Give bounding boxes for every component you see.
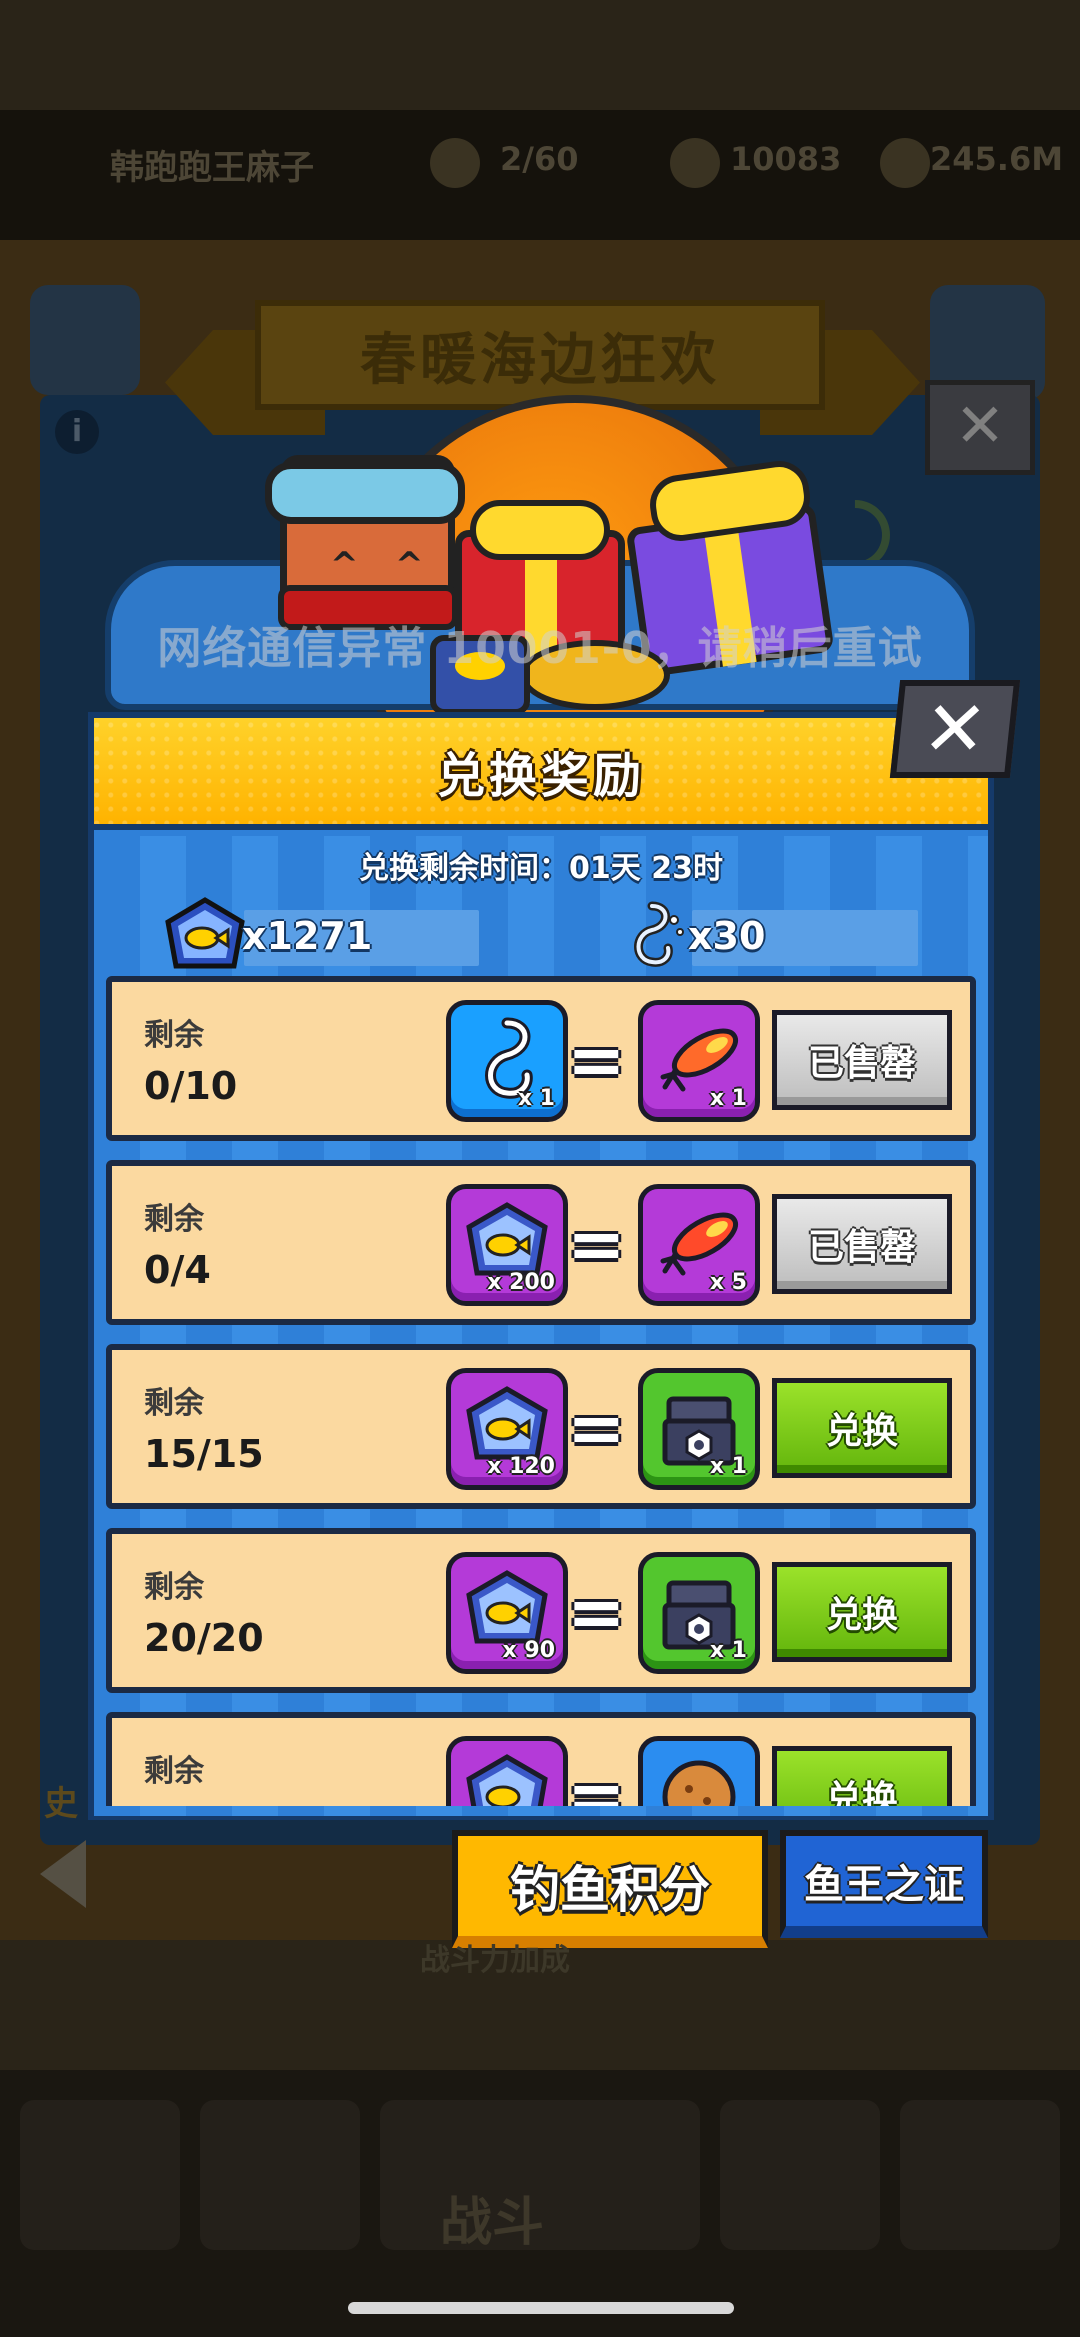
gem-stat: 10083 xyxy=(730,140,842,178)
modal-header: 兑换奖励 xyxy=(94,718,988,830)
nav-battle-label: 战斗 xyxy=(440,2193,545,2253)
remaining-count: 20/20 xyxy=(144,1616,264,1660)
energy-icon xyxy=(430,138,480,188)
fish-badge-icon xyxy=(466,1754,548,1806)
event-close-button[interactable]: ✕ xyxy=(925,380,1035,475)
exchange-button[interactable]: 兑换 xyxy=(772,1746,952,1806)
badge-currency-value: x1271 xyxy=(242,914,373,958)
menu-icon[interactable] xyxy=(30,285,140,395)
coin-stat: 245.6M xyxy=(930,140,1064,178)
cost-tile: x 1 xyxy=(446,1000,568,1122)
equals-sign: = xyxy=(567,1387,626,1469)
cost-tile: x 120 xyxy=(446,1368,568,1490)
coin-icon xyxy=(880,138,930,188)
fishing-hook-icon xyxy=(634,901,684,967)
reward-tile: x 1 xyxy=(638,1000,760,1122)
gem-icon xyxy=(670,138,720,188)
character-eye: ^ xyxy=(330,545,359,585)
nav-shop[interactable] xyxy=(20,2100,180,2250)
cost-qty: x 90 xyxy=(502,1638,555,1663)
reward-row: 剩余 0/4 x 200 = x 5 已售罄 xyxy=(106,1160,976,1325)
nav-pet[interactable] xyxy=(720,2100,880,2250)
equals-sign: = xyxy=(567,1019,626,1101)
cost-qty: x 1 xyxy=(517,1086,555,1111)
reward-qty: x 1 xyxy=(709,1454,747,1479)
player-name: 韩跑跑王麻子 xyxy=(110,148,314,188)
cost-qty: x 200 xyxy=(487,1270,555,1295)
event-title: 春暖海边狂欢 xyxy=(360,327,720,393)
exchange-modal: 兑换奖励 兑换剩余时间：01天 23时 x1271 x30 剩余 0/10 x … xyxy=(88,712,994,1820)
modal-title: 兑换奖励 xyxy=(436,748,645,804)
equals-sign: = xyxy=(567,1571,626,1653)
character-eye: ^ xyxy=(395,545,424,585)
reward-tile: x 1 xyxy=(638,1552,760,1674)
reward-row: 剩余 0/10 x 1 = x 1 已售罄 xyxy=(106,976,976,1141)
reward-row: 剩余 20/20 x 90 = x 1 兑换 xyxy=(106,1528,976,1693)
side-label: 史 xyxy=(44,1784,78,1824)
remaining-count: 0/10 xyxy=(144,1064,238,1108)
exchange-button[interactable]: 兑换 xyxy=(772,1562,952,1662)
reward-tile: x 5 xyxy=(638,1184,760,1306)
reward-qty: x 1 xyxy=(709,1086,747,1111)
exchange-timer: 兑换剩余时间：01天 23时 xyxy=(359,851,723,886)
goggles-art xyxy=(265,462,465,524)
energy-stat: 2/60 xyxy=(500,140,579,178)
remaining-label: 剩余 xyxy=(144,1570,204,1605)
cost-tile: x 200 xyxy=(446,1184,568,1306)
nav-hero[interactable] xyxy=(200,2100,360,2250)
reward-qty: x 1 xyxy=(709,1638,747,1663)
reward-tile: x 1 xyxy=(638,1368,760,1490)
reward-tile xyxy=(638,1736,760,1806)
modal-close-button[interactable]: ✕ xyxy=(889,680,1021,778)
cookie-icon xyxy=(662,1760,736,1806)
equals-sign: = xyxy=(567,1203,626,1285)
remaining-label: 剩余 xyxy=(144,1386,204,1421)
sold-out-button[interactable]: 已售罄 xyxy=(772,1010,952,1110)
exchange-button[interactable]: 兑换 xyxy=(772,1378,952,1478)
gift-bow-art xyxy=(470,500,610,560)
cost-tile: x 90 xyxy=(446,1552,568,1674)
nav-more[interactable] xyxy=(900,2100,1060,2250)
reward-row: 剩余 = 兑换 xyxy=(106,1712,976,1806)
tab-fish-king-proof[interactable]: 鱼王之证 xyxy=(780,1830,988,1938)
remaining-count: 15/15 xyxy=(144,1432,264,1476)
reward-row: 剩余 15/15 x 120 = x 1 兑换 xyxy=(106,1344,976,1509)
network-error-toast: 网络通信异常 10001-0，请稍后重试 xyxy=(157,623,923,674)
sold-out-button[interactable]: 已售罄 xyxy=(772,1194,952,1294)
cost-tile xyxy=(446,1736,568,1806)
tab-fishing-points-label: 钓鱼积分 xyxy=(510,1861,710,1919)
event-title-box: 春暖海边狂欢 xyxy=(255,300,825,410)
screen: 韩跑跑王麻子 2/60 10083 245.6M i 史 战斗 春暖海边狂欢 ✕… xyxy=(0,0,1080,2337)
remaining-label: 剩余 xyxy=(144,1018,204,1053)
cost-qty: x 120 xyxy=(487,1454,555,1479)
fish-badge-icon xyxy=(165,897,245,969)
info-icon[interactable]: i xyxy=(55,410,99,454)
remaining-count: 0/4 xyxy=(144,1248,211,1292)
equals-sign: = xyxy=(567,1755,626,1806)
reward-list[interactable]: 剩余 0/10 x 1 = x 1 已售罄 剩余 0/4 x 200 = x 5… xyxy=(106,976,976,1806)
remaining-label: 剩余 xyxy=(144,1754,204,1789)
tab-fishing-points[interactable]: 钓鱼积分 xyxy=(452,1830,768,1948)
close-icon: ✕ xyxy=(918,684,992,773)
tab-fish-king-proof-label: 鱼王之证 xyxy=(804,1862,964,1908)
remaining-label: 剩余 xyxy=(144,1202,204,1237)
reward-qty: x 5 xyxy=(709,1270,747,1295)
power-bonus-label: 战斗力加成 xyxy=(420,1943,570,1978)
back-arrow-icon[interactable] xyxy=(40,1840,86,1908)
hook-currency-value: x30 xyxy=(688,914,766,958)
home-indicator[interactable] xyxy=(348,2302,734,2314)
